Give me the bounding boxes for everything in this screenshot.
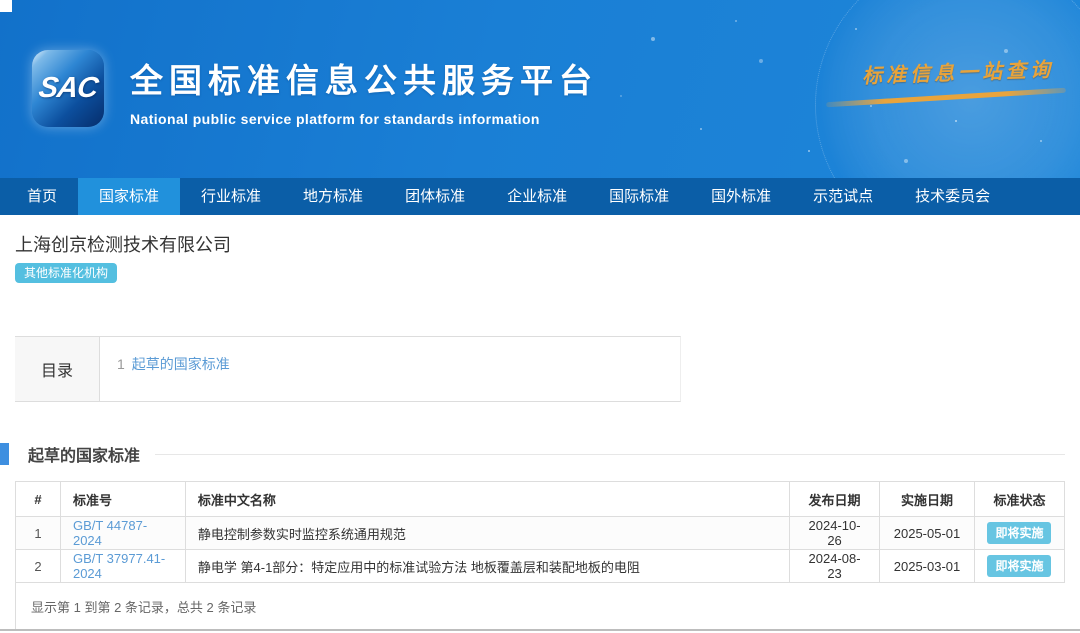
org-type-badge: 其他标准化机构	[15, 263, 117, 283]
col-header-index: #	[16, 482, 61, 517]
table-header-row: # 标准号 标准中文名称 发布日期 实施日期 标准状态	[16, 482, 1065, 517]
header-banner: SAC 全国标准信息公共服务平台 National public service…	[0, 0, 1080, 178]
section-title: 起草的国家标准	[28, 442, 140, 466]
status-badge: 即将实施	[987, 522, 1051, 544]
row-index: 1	[16, 517, 61, 550]
toc-list: 1 起草的国家标准	[100, 337, 680, 401]
sac-logo[interactable]: SAC	[32, 50, 104, 127]
col-header-status: 标准状态	[974, 482, 1064, 517]
publish-date: 2024-08-23	[790, 550, 880, 583]
standards-table: # 标准号 标准中文名称 发布日期 实施日期 标准状态 1 GB/T 44787…	[15, 481, 1065, 583]
nav-item-pilot-demo[interactable]: 示范试点	[792, 178, 894, 215]
std-name: 静电控制参数实时监控系统通用规范	[185, 517, 789, 550]
publish-date: 2024-10-26	[790, 517, 880, 550]
col-header-implement-date: 实施日期	[880, 482, 975, 517]
table-row: 2 GB/T 37977.41-2024 静电学 第4-1部分：特定应用中的标准…	[16, 550, 1065, 583]
platform-subtitle: National public service platform for sta…	[130, 111, 598, 127]
nav-item-national-standards[interactable]: 国家标准	[78, 178, 180, 215]
std-number-link[interactable]: GB/T 37977.41-2024	[73, 551, 165, 581]
org-name: 上海创京检测技术有限公司	[15, 233, 1065, 257]
sac-logo-text: SAC	[37, 72, 100, 105]
toc-label: 目录	[15, 337, 100, 401]
implement-date: 2025-03-01	[880, 550, 975, 583]
platform-title-block: 全国标准信息公共服务平台 National public service pla…	[130, 54, 598, 127]
footer-divider	[0, 629, 1080, 633]
col-header-name: 标准中文名称	[185, 482, 789, 517]
table-row: 1 GB/T 44787-2024 静电控制参数实时监控系统通用规范 2024-…	[16, 517, 1065, 550]
section-divider	[155, 454, 1065, 455]
nav-item-industry-standards[interactable]: 行业标准	[180, 178, 282, 215]
toc-item-index: 1	[117, 356, 125, 372]
col-header-publish-date: 发布日期	[790, 482, 880, 517]
platform-title: 全国标准信息公共服务平台	[130, 54, 598, 102]
nav-item-local-standards[interactable]: 地方标准	[282, 178, 384, 215]
section-header: 起草的国家标准	[0, 443, 1065, 465]
nav-item-technical-committee[interactable]: 技术委员会	[894, 178, 1011, 215]
main-content: 上海创京检测技术有限公司 其他标准化机构 目录 1 起草的国家标准 起草的国家标准…	[0, 215, 1080, 633]
section-marker	[0, 443, 9, 465]
std-number-link[interactable]: GB/T 44787-2024	[73, 518, 147, 548]
nav-item-foreign-standards[interactable]: 国外标准	[690, 178, 792, 215]
toc-box: 目录 1 起草的国家标准	[15, 336, 681, 402]
nav-item-home[interactable]: 首页	[6, 178, 78, 215]
page-corner	[0, 0, 12, 12]
nav-item-group-standards[interactable]: 团体标准	[384, 178, 486, 215]
toc-item-link[interactable]: 起草的国家标准	[132, 356, 230, 372]
main-nav: 首页 国家标准 行业标准 地方标准 团体标准 企业标准 国际标准 国外标准 示范…	[0, 178, 1080, 215]
implement-date: 2025-05-01	[880, 517, 975, 550]
std-name: 静电学 第4-1部分：特定应用中的标准试验方法 地板覆盖层和装配地板的电阻	[185, 550, 789, 583]
col-header-std-no: 标准号	[60, 482, 185, 517]
status-badge: 即将实施	[987, 555, 1051, 577]
nav-item-international-standards[interactable]: 国际标准	[588, 178, 690, 215]
nav-item-enterprise-standards[interactable]: 企业标准	[486, 178, 588, 215]
records-summary: 显示第 1 到第 2 条记录，总共 2 条记录	[15, 583, 1065, 633]
row-index: 2	[16, 550, 61, 583]
